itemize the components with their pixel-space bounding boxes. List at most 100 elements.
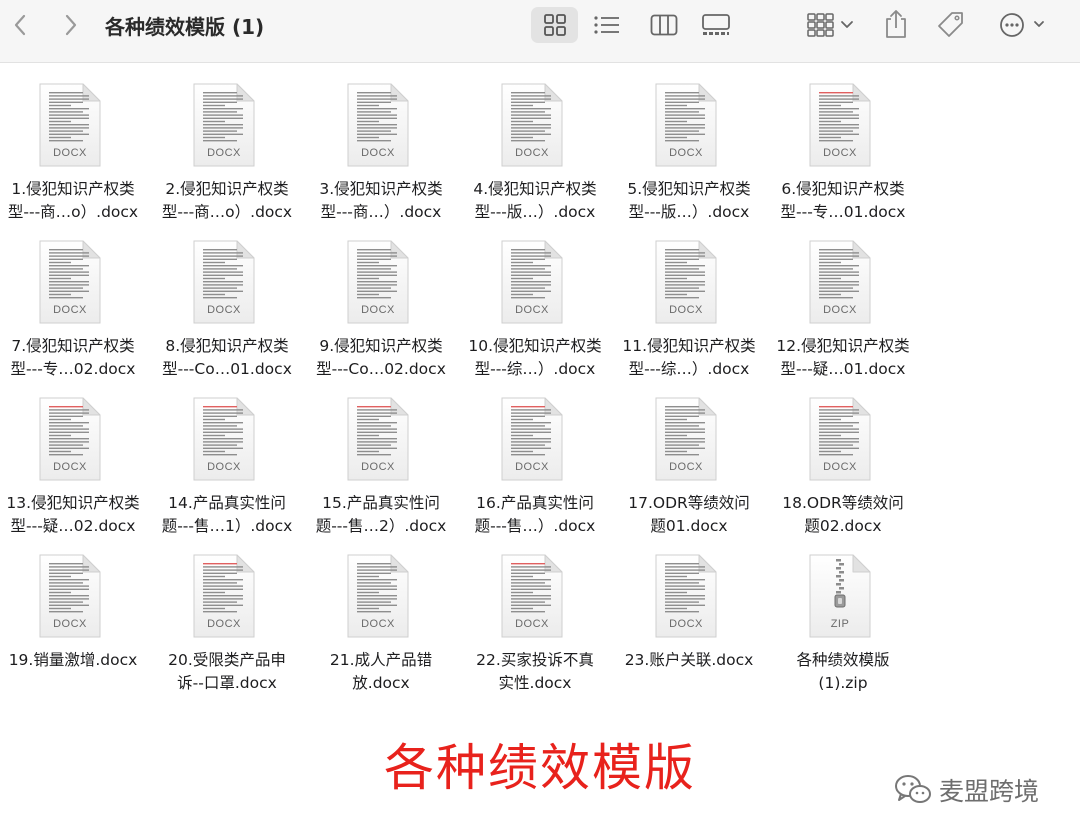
group-by-button[interactable] [800,7,860,43]
svg-text:DOCX: DOCX [207,461,241,473]
file-thumbnail: DOCX [37,239,103,325]
docx-document-icon: DOCX [501,397,563,481]
file-item[interactable]: DOCX 8.侵犯知识产权类 型---Co…01.docx [150,219,304,378]
file-item[interactable]: DOCX 10.侵犯知识产权类 型---综…）.docx [458,219,612,378]
file-item[interactable]: DOCX 20.受限类产品申 诉--口罩.docx [150,533,304,692]
docx-document-icon: DOCX [809,240,871,324]
file-item[interactable]: DOCX 22.买家投诉不真 实性.docx [458,533,612,692]
svg-text:DOCX: DOCX [207,147,241,159]
file-item[interactable]: DOCX 11.侵犯知识产权类 型---综…）.docx [612,219,766,378]
back-button[interactable] [6,10,36,40]
file-thumbnail: DOCX [345,82,411,168]
file-name: 8.侵犯知识产权类 型---Co…01.docx [150,335,304,381]
file-name: 16.产品真实性问 题---售…）.docx [458,492,612,538]
chevron-right-icon [65,14,77,36]
file-name: 21.成人产品错 放.docx [304,649,458,695]
svg-text:DOCX: DOCX [823,304,857,316]
docx-document-icon: DOCX [501,240,563,324]
file-item[interactable]: DOCX 23.账户关联.docx [612,533,766,683]
file-item[interactable]: DOCX 17.ODR等绩效问 题01.docx [612,376,766,535]
docx-document-icon: DOCX [655,240,717,324]
window-title: 各种绩效模版 (1) [105,15,265,39]
file-name-line1: 23.账户关联.docx [624,651,754,669]
file-item[interactable]: DOCX 12.侵犯知识产权类 型---疑…01.docx [766,219,920,378]
file-thumbnail: DOCX [807,239,873,325]
file-item[interactable]: DOCX 1.侵犯知识产权类 型---商…o）.docx [0,62,150,221]
file-name-line1: 2.侵犯知识产权类 [165,180,289,198]
file-name-line1: 15.产品真实性问 [322,494,440,512]
file-name: 12.侵犯知识产权类 型---疑…01.docx [766,335,920,381]
file-name-line1: 11.侵犯知识产权类 [622,337,756,355]
tag-icon [938,12,963,37]
file-item[interactable]: DOCX 7.侵犯知识产权类 型---专…02.docx [0,219,150,378]
file-name-line1: 14.产品真实性问 [168,494,286,512]
file-item[interactable]: DOCX 2.侵犯知识产权类 型---商…o）.docx [150,62,304,221]
file-name: 17.ODR等绩效问 题01.docx [612,492,766,538]
file-grid: DOCX 1.侵犯知识产权类 型---商…o）.docx DOCX 2.侵犯知识产权类型… [0,62,1080,702]
file-name: 6.侵犯知识产权类 型---专…01.docx [766,178,920,224]
more-actions-button[interactable] [992,7,1052,43]
file-item[interactable]: DOCX 3.侵犯知识产权类 型---商…）.docx [304,62,458,221]
column-view-button[interactable] [645,7,683,43]
svg-text:DOCX: DOCX [823,147,857,159]
share-icon [886,10,906,38]
file-name-line2: 实性.docx [498,674,572,692]
docx-document-icon: DOCX [193,83,255,167]
share-button[interactable] [878,5,914,43]
file-name: 各种绩效模版 (1).zip [766,649,920,695]
svg-text:DOCX: DOCX [669,461,703,473]
list-view-button[interactable] [588,7,626,43]
file-name-line1: 8.侵犯知识产权类 [165,337,289,355]
file-item[interactable]: DOCX 19.销量激增.docx [0,533,150,683]
docx-document-icon: DOCX [655,554,717,638]
docx-document-icon: DOCX [809,83,871,167]
watermark: 麦盟跨境 [893,772,1039,808]
file-name-line1: 13.侵犯知识产权类 [6,494,140,512]
file-thumbnail: DOCX [653,396,719,482]
grid-view-button[interactable] [531,7,578,43]
file-thumbnail: DOCX [191,396,257,482]
svg-text:DOCX: DOCX [361,461,395,473]
file-name-line1: 1.侵犯知识产权类 [11,180,135,198]
forward-button[interactable] [56,10,86,40]
file-item[interactable]: DOCX 16.产品真实性问 题---售…）.docx [458,376,612,535]
gallery-view-icon [702,14,730,35]
tag-button[interactable] [932,7,970,43]
finder-toolbar: 各种绩效模版 (1) [0,0,1080,63]
file-item[interactable]: DOCX 5.侵犯知识产权类 型---版…）.docx [612,62,766,221]
file-name-line1: 20.受限类产品申 [168,651,286,669]
file-item[interactable]: DOCX 9.侵犯知识产权类 型---Co…02.docx [304,219,458,378]
file-thumbnail: DOCX [37,82,103,168]
file-name-line1: 18.ODR等绩效问 [782,494,904,512]
docx-document-icon: DOCX [347,397,409,481]
file-thumbnail: DOCX [499,82,565,168]
docx-document-icon: DOCX [655,83,717,167]
file-item[interactable]: DOCX 18.ODR等绩效问 题02.docx [766,376,920,535]
grid-view-icon [543,14,566,36]
zip-archive-icon: ZIP [809,554,871,638]
file-thumbnail: DOCX [345,239,411,325]
file-name-line2: 诉--口罩.docx [177,674,277,692]
svg-text:DOCX: DOCX [669,618,703,630]
file-name-line1: 22.买家投诉不真 [476,651,594,669]
docx-document-icon: DOCX [655,397,717,481]
file-item[interactable]: DOCX 14.产品真实性问 题---售…1）.docx [150,376,304,535]
docx-document-icon: DOCX [501,83,563,167]
file-thumbnail: DOCX [499,396,565,482]
file-name-line1: 9.侵犯知识产权类 [319,337,443,355]
svg-text:DOCX: DOCX [53,147,87,159]
file-item[interactable]: DOCX 15.产品真实性问 题---售…2）.docx [304,376,458,535]
group-by-icon [807,13,853,37]
file-item[interactable]: DOCX 4.侵犯知识产权类 型---版…）.docx [458,62,612,221]
gallery-view-button[interactable] [696,7,736,43]
svg-text:DOCX: DOCX [361,304,395,316]
file-item[interactable]: DOCX 13.侵犯知识产权类 型---疑…02.docx [0,376,150,535]
file-thumbnail: DOCX [345,553,411,639]
docx-document-icon: DOCX [347,554,409,638]
list-view-icon [594,16,619,34]
svg-text:DOCX: DOCX [207,618,241,630]
file-item[interactable]: ZIP 各种绩效模版 (1).zip [766,533,920,692]
file-thumbnail: DOCX [37,396,103,482]
file-item[interactable]: DOCX 21.成人产品错 放.docx [304,533,458,692]
file-item[interactable]: DOCX 6.侵犯知识产权类 型---专…01.docx [766,62,920,221]
